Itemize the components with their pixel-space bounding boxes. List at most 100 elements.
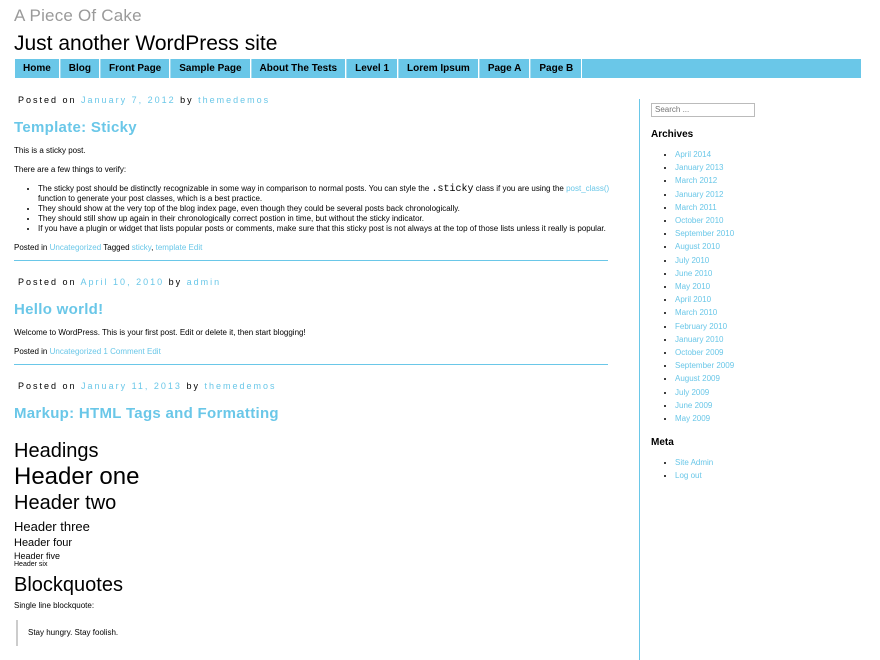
list-item: July 2009	[675, 386, 869, 399]
list-item: Site Admin	[675, 456, 869, 469]
post-footer: Posted in Uncategorized Tagged sticky, t…	[14, 243, 203, 252]
archive-link[interactable]: May 2009	[675, 414, 710, 423]
edit-link[interactable]: Edit	[147, 347, 161, 356]
archive-link[interactable]: January 2012	[675, 190, 723, 199]
nav-item-front-page[interactable]: Front Page	[100, 59, 171, 78]
tag-link-template[interactable]: template	[156, 243, 187, 252]
nav-item-blog[interactable]: Blog	[59, 59, 101, 78]
archive-link[interactable]: May 2010	[675, 282, 710, 291]
nav-item-page-b[interactable]: Page B	[530, 59, 583, 78]
archive-link[interactable]: August 2009	[675, 374, 720, 383]
list-item: May 2010	[675, 280, 869, 293]
post: Posted on April 10, 2010 by admin Hello …	[14, 277, 614, 365]
archives-list: April 2014 January 2013 March 2012 Janua…	[675, 148, 869, 425]
archives-title: Archives	[651, 129, 694, 140]
category-link[interactable]: Uncategorized	[50, 243, 102, 252]
post: Posted on January 11, 2013 by themedemos…	[14, 381, 614, 646]
archive-link[interactable]: September 2009	[675, 361, 734, 370]
posted-in-label: Posted in	[14, 243, 48, 252]
heading-four: Header four	[14, 537, 73, 549]
nav-item-home[interactable]: Home	[14, 59, 60, 78]
list-item: The sticky post should be distinctly rec…	[38, 184, 614, 203]
main-nav: Home Blog Front Page Sample Page About T…	[14, 59, 861, 78]
archive-link[interactable]: January 2010	[675, 335, 723, 344]
post-date-link[interactable]: January 7, 2012	[81, 95, 176, 105]
archive-link[interactable]: July 2010	[675, 256, 709, 265]
nav-item-page-a[interactable]: Page A	[478, 59, 531, 78]
list-item: January 2010	[675, 333, 869, 346]
post-meta-prefix: Posted on	[18, 381, 77, 391]
post-meta: Posted on April 10, 2010 by admin	[18, 277, 614, 287]
meta-list: Site Admin Log out	[675, 456, 869, 482]
nav-item-about-the-tests[interactable]: About The Tests	[250, 59, 347, 78]
post-date-link[interactable]: January 11, 2013	[81, 381, 182, 391]
archive-link[interactable]: June 2009	[675, 401, 712, 410]
archive-link[interactable]: October 2010	[675, 216, 723, 225]
list-item: They should show at the very top of the …	[38, 204, 614, 213]
post-title[interactable]: Markup: HTML Tags and Formatting	[14, 405, 614, 422]
archive-link[interactable]: July 2009	[675, 388, 709, 397]
archive-link[interactable]: March 2010	[675, 308, 717, 317]
search-input[interactable]	[651, 102, 755, 117]
post-author-link[interactable]: themedemos	[198, 95, 270, 105]
list-item: August 2009	[675, 372, 869, 385]
post-body: This is a sticky post. There are a few t…	[14, 146, 614, 233]
archive-link[interactable]: January 2013	[675, 163, 723, 172]
post-class-link[interactable]: post_class()	[566, 184, 609, 193]
post-meta-prefix: Posted on	[18, 95, 77, 105]
list-text: class if you are using the	[475, 184, 564, 193]
post-date-link[interactable]: April 10, 2010	[81, 277, 165, 287]
archive-link[interactable]: June 2010	[675, 269, 712, 278]
post-meta-by: by	[168, 277, 183, 287]
archive-link[interactable]: March 2011	[675, 203, 717, 212]
post-author-link[interactable]: themedemos	[204, 381, 276, 391]
post-meta-by: by	[180, 95, 194, 105]
edit-link[interactable]: Edit	[189, 243, 203, 252]
list-item: October 2009	[675, 346, 869, 359]
list-item: March 2012	[675, 174, 869, 187]
post-body: Welcome to WordPress. This is your first…	[14, 328, 614, 337]
nav-item-lorem-ipsum[interactable]: Lorem Ipsum	[398, 59, 479, 78]
heading-headings: Headings	[14, 440, 99, 462]
heading-blockquotes: Blockquotes	[14, 574, 123, 596]
post-meta: Posted on January 7, 2012 by themedemos	[18, 95, 614, 105]
post-meta-by: by	[186, 381, 200, 391]
archive-link[interactable]: April 2014	[675, 150, 711, 159]
nav-item-level-1[interactable]: Level 1	[346, 59, 399, 78]
list-item: February 2010	[675, 320, 869, 333]
list-item: Log out	[675, 469, 869, 482]
post-title[interactable]: Template: Sticky	[14, 119, 614, 136]
inline-code: .sticky	[431, 184, 474, 195]
list-item: January 2012	[675, 188, 869, 201]
list-item: September 2010	[675, 227, 869, 240]
archive-link[interactable]: April 2010	[675, 295, 711, 304]
post-list: The sticky post should be distinctly rec…	[38, 184, 614, 233]
archive-link[interactable]: March 2012	[675, 176, 717, 185]
post-paragraph: This is a sticky post.	[14, 146, 86, 155]
heading-five: Header five	[14, 551, 61, 561]
tag-link-sticky[interactable]: sticky	[132, 243, 151, 252]
list-item: May 2009	[675, 412, 869, 425]
site-admin-link[interactable]: Site Admin	[675, 458, 713, 467]
list-item: January 2013	[675, 161, 869, 174]
archive-link[interactable]: October 2009	[675, 348, 723, 357]
log-out-link[interactable]: Log out	[675, 471, 702, 480]
meta-title: Meta	[651, 437, 674, 449]
site-description: Just another WordPress site	[14, 32, 278, 55]
post-meta-prefix: Posted on	[18, 277, 77, 287]
list-item: September 2009	[675, 359, 869, 372]
archive-link[interactable]: February 2010	[675, 322, 727, 331]
post-author-link[interactable]: admin	[187, 277, 222, 287]
post-footer: Posted in Uncategorized 1 Comment Edit	[14, 347, 614, 356]
heading-one: Header one	[14, 463, 140, 490]
single-line-label: Single line blockquote:	[14, 601, 95, 610]
nav-item-sample-page[interactable]: Sample Page	[170, 59, 251, 78]
heading-six: Header six	[14, 561, 48, 568]
archive-link[interactable]: September 2010	[675, 229, 734, 238]
site-title[interactable]: A Piece Of Cake	[14, 6, 142, 26]
category-link[interactable]: Uncategorized	[50, 347, 102, 356]
post-title[interactable]: Hello world!	[14, 301, 614, 318]
comments-link[interactable]: 1 Comment	[103, 347, 144, 356]
list-item: They should still show up again in their…	[38, 214, 614, 223]
archive-link[interactable]: August 2010	[675, 242, 720, 251]
